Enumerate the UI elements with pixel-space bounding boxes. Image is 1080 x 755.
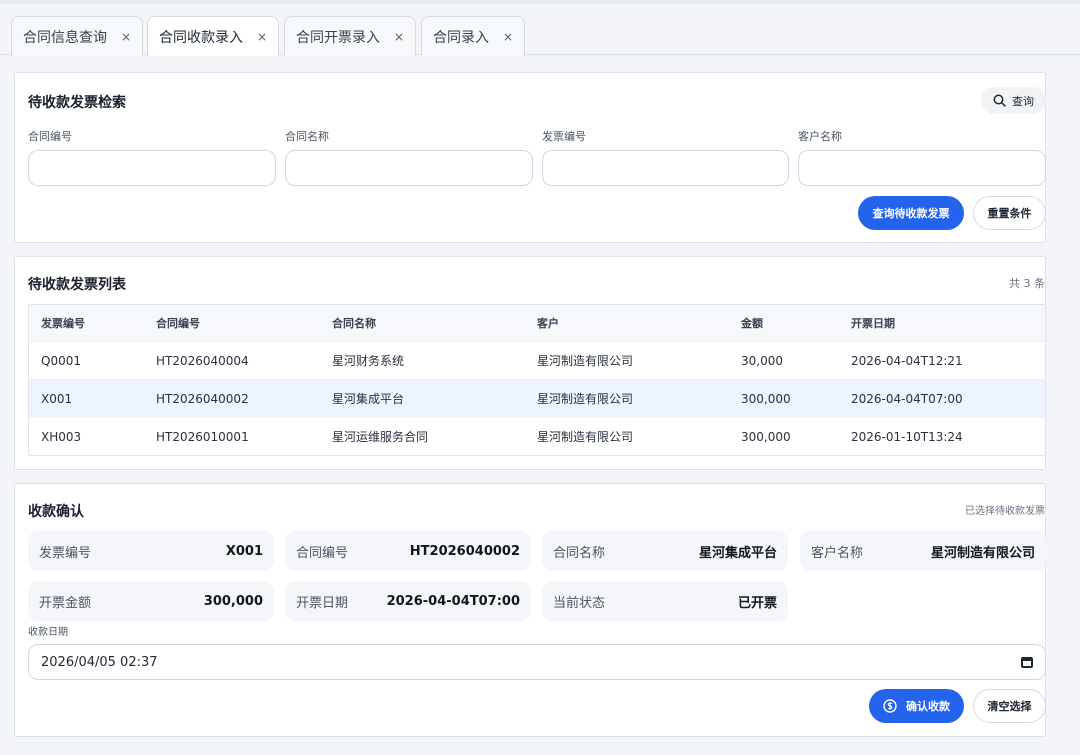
calendar-icon[interactable] bbox=[1021, 656, 1033, 668]
info-card-contract-name: 合同名称 星河集成平台 bbox=[542, 531, 788, 571]
info-card-invoice-date: 开票日期 2026-04-04T07:00 bbox=[285, 581, 531, 621]
card-value: 星河制造有限公司 bbox=[930, 545, 1035, 561]
tab-label: 合同信息查询 bbox=[23, 29, 107, 46]
tab-contract-query[interactable]: 合同信息查询 × bbox=[11, 16, 144, 56]
tab-payment-entry[interactable]: 合同收款录入 × bbox=[147, 16, 280, 56]
card-key: 合同名称 bbox=[553, 545, 606, 561]
table-row[interactable]: XH003 HT2026010001 星河运维服务合同 星河制造有限公司 300… bbox=[29, 417, 1045, 455]
col-contract-no: 合同编号 bbox=[156, 317, 200, 330]
cell-amount: 300,000 bbox=[741, 429, 791, 444]
table-row[interactable]: Q0001 HT2026040004 星河财务系统 星河制造有限公司 30,00… bbox=[29, 341, 1045, 379]
contract-no-input[interactable] bbox=[28, 150, 276, 186]
cell-invoice-no: Q0001 bbox=[41, 353, 81, 368]
cell-amount: 30,000 bbox=[741, 353, 783, 368]
confirm-payment-button[interactable]: 确认收款 bbox=[869, 689, 964, 723]
contract-no-label: 合同编号 bbox=[28, 130, 72, 143]
cell-invoice-date: 2026-04-04T07:00 bbox=[851, 391, 963, 406]
selection-status: 已选择待收款发票 bbox=[965, 506, 1045, 517]
info-card-invoice-amount: 开票金额 300,000 bbox=[28, 581, 274, 621]
payment-confirm-panel: 收款确认 已选择待收款发票 发票编号 X001 合同编号 HT202604000… bbox=[14, 483, 1046, 737]
card-value: 星河集成平台 bbox=[698, 545, 777, 561]
cell-contract-name: 星河运维服务合同 bbox=[332, 430, 429, 444]
close-icon[interactable]: × bbox=[257, 30, 267, 44]
table-header: 发票编号 合同编号 合同名称 客户 金额 开票日期 bbox=[29, 305, 1045, 341]
card-value: HT2026040002 bbox=[409, 543, 520, 559]
search-panel-title: 待收款发票检索 bbox=[28, 95, 126, 111]
info-card-contract-no: 合同编号 HT2026040002 bbox=[285, 531, 531, 571]
col-contract-name: 合同名称 bbox=[332, 317, 376, 330]
close-icon[interactable]: × bbox=[121, 30, 131, 44]
tab-label: 合同开票录入 bbox=[296, 29, 380, 46]
cell-invoice-date: 2026-01-10T13:24 bbox=[851, 429, 963, 444]
confirm-payment-label: 确认收款 bbox=[906, 700, 950, 713]
contract-name-input[interactable] bbox=[285, 150, 533, 186]
list-panel-title: 待收款发票列表 bbox=[28, 277, 126, 293]
cell-invoice-date: 2026-04-04T12:21 bbox=[851, 353, 963, 368]
query-button[interactable]: 查询 bbox=[981, 87, 1046, 114]
tab-invoice-entry[interactable]: 合同开票录入 × bbox=[284, 16, 417, 56]
card-key: 开票日期 bbox=[296, 595, 349, 611]
card-value: 300,000 bbox=[203, 593, 263, 609]
cell-customer: 星河制造有限公司 bbox=[537, 354, 634, 368]
card-key: 当前状态 bbox=[553, 595, 606, 611]
query-button-label: 查询 bbox=[1012, 94, 1034, 108]
card-value: 2026-04-04T07:00 bbox=[386, 593, 520, 609]
col-customer: 客户 bbox=[537, 317, 559, 330]
col-invoice-date: 开票日期 bbox=[851, 317, 895, 330]
customer-name-label: 客户名称 bbox=[798, 130, 842, 143]
cell-customer: 星河制造有限公司 bbox=[537, 392, 634, 406]
search-icon bbox=[993, 94, 1006, 107]
cell-contract-name: 星河集成平台 bbox=[332, 392, 405, 406]
close-icon[interactable]: × bbox=[503, 30, 513, 44]
cell-invoice-no: XH003 bbox=[41, 429, 82, 444]
cell-customer: 星河制造有限公司 bbox=[537, 430, 634, 444]
info-card-customer-name: 客户名称 星河制造有限公司 bbox=[800, 531, 1046, 571]
col-invoice-no: 发票编号 bbox=[41, 317, 85, 330]
cell-contract-no: HT2026040004 bbox=[156, 353, 249, 368]
tab-contract-entry[interactable]: 合同录入 × bbox=[421, 16, 526, 56]
tab-label: 合同录入 bbox=[433, 29, 489, 46]
invoice-table: 发票编号 合同编号 合同名称 客户 金额 开票日期 Q0001 HT202604… bbox=[28, 304, 1046, 456]
search-panel: 待收款发票检索 查询 合同编号 合同名称 发票编号 客户名称 查询待收款发票 重… bbox=[14, 72, 1046, 243]
reset-button[interactable]: 重置条件 bbox=[973, 196, 1046, 230]
payment-date-input[interactable]: 2026/04/05 02:37 bbox=[28, 644, 1046, 680]
col-amount: 金额 bbox=[741, 317, 763, 330]
customer-name-input[interactable] bbox=[798, 150, 1046, 186]
invoice-no-label: 发票编号 bbox=[542, 130, 586, 143]
table-row-selected[interactable]: X001 HT2026040002 星河集成平台 星河制造有限公司 300,00… bbox=[29, 379, 1045, 417]
tab-bar: 合同信息查询 × 合同收款录入 × 合同开票录入 × 合同录入 × bbox=[0, 4, 1080, 56]
close-icon[interactable]: × bbox=[394, 30, 404, 44]
cell-contract-no: HT2026040002 bbox=[156, 391, 249, 406]
invoice-list-panel: 待收款发票列表 共 3 条 发票编号 合同编号 合同名称 客户 金额 开票日期 … bbox=[14, 256, 1046, 470]
clear-selection-button[interactable]: 清空选择 bbox=[973, 689, 1046, 723]
payment-date-value: 2026/04/05 02:37 bbox=[41, 654, 158, 670]
card-key: 开票金额 bbox=[39, 595, 92, 611]
card-value: X001 bbox=[225, 543, 263, 559]
card-value: 已开票 bbox=[737, 595, 777, 611]
cell-amount: 300,000 bbox=[741, 391, 791, 406]
card-key: 客户名称 bbox=[811, 545, 864, 561]
info-card-current-status: 当前状态 已开票 bbox=[542, 581, 788, 621]
dollar-circle-icon bbox=[883, 699, 897, 713]
confirm-panel-title: 收款确认 bbox=[28, 504, 84, 520]
cell-invoice-no: X001 bbox=[41, 391, 73, 406]
search-invoices-button[interactable]: 查询待收款发票 bbox=[858, 196, 964, 230]
card-key: 发票编号 bbox=[39, 545, 92, 561]
cell-contract-no: HT2026010001 bbox=[156, 429, 249, 444]
card-key: 合同编号 bbox=[296, 545, 349, 561]
payment-date-label: 收款日期 bbox=[28, 627, 68, 638]
invoice-no-input[interactable] bbox=[542, 150, 789, 186]
tab-label: 合同收款录入 bbox=[159, 29, 243, 46]
record-count: 共 3 条 bbox=[1009, 277, 1045, 290]
contract-name-label: 合同名称 bbox=[285, 130, 329, 143]
cell-contract-name: 星河财务系统 bbox=[332, 354, 405, 368]
info-card-invoice-no: 发票编号 X001 bbox=[28, 531, 274, 571]
